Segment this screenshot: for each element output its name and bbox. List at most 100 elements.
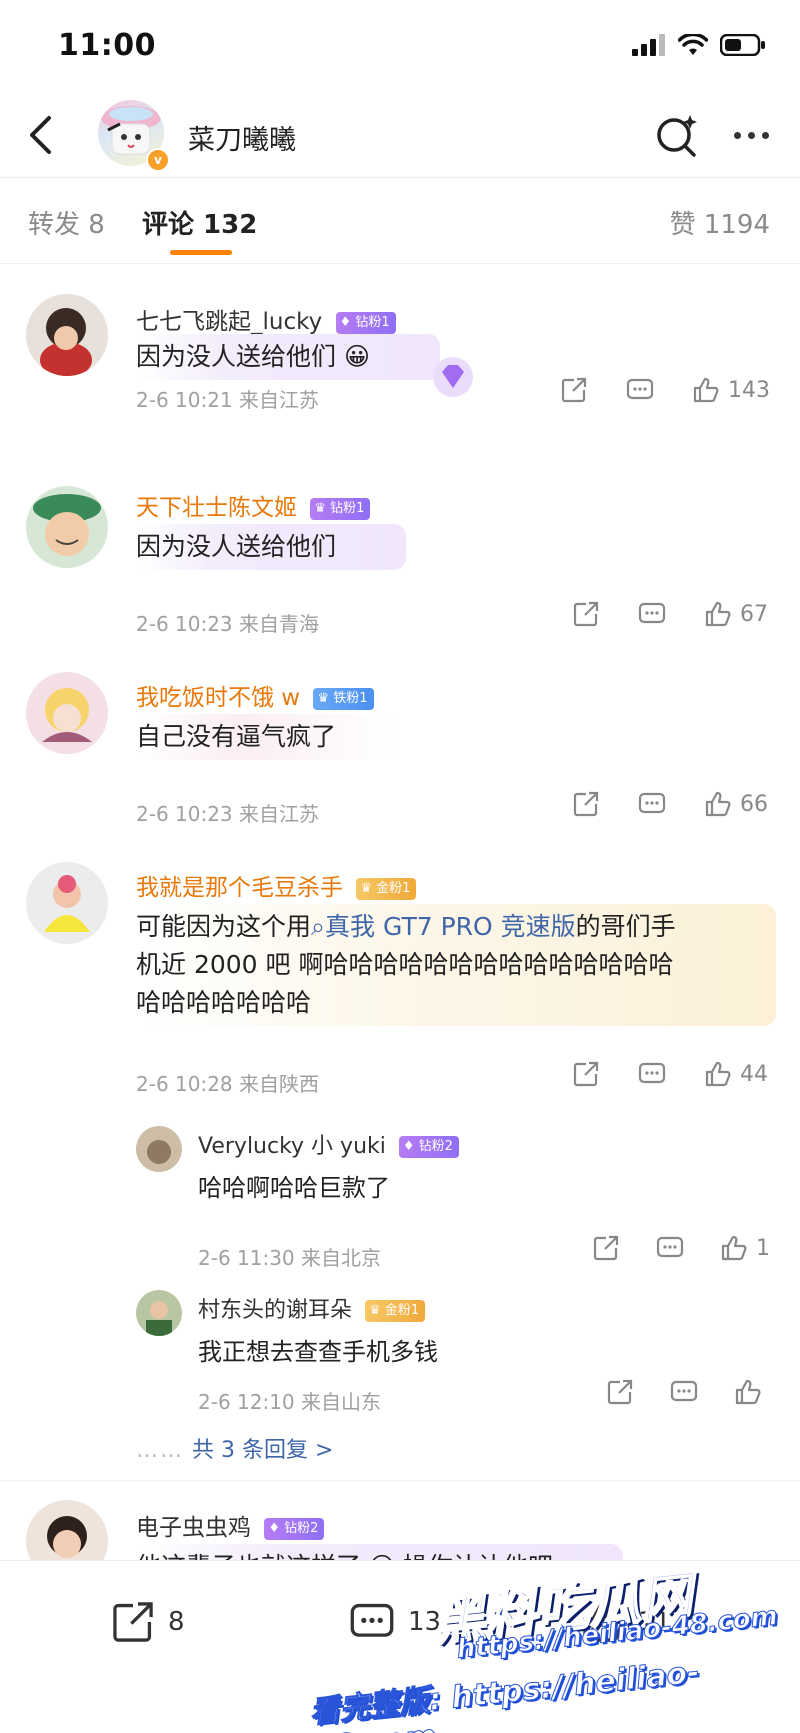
comment-bubble[interactable]: 因为没人送给他们 😀 [136, 334, 441, 380]
fan-badge-label: 钻粉1 [330, 500, 365, 516]
like-count: 66 [740, 791, 768, 817]
reply-button[interactable] [670, 1378, 698, 1406]
like-button[interactable]: 67 [704, 600, 768, 628]
like-button[interactable]: 44 [704, 1060, 768, 1088]
reply-button[interactable] [638, 790, 666, 818]
fan-badge-label: 铁粉1 [333, 690, 368, 706]
wifi-icon [678, 34, 708, 55]
commenter-name-text: 电子虫虫鸡 [136, 1515, 251, 1541]
commenter-name-text: 我就是那个毛豆杀手 [136, 875, 343, 901]
comment-text: 自己没有逼气疯了 [136, 722, 337, 751]
tab-comment[interactable]: 评论 132 [142, 204, 257, 241]
more-dot-icon [761, 131, 769, 139]
reply-text[interactable]: 哈哈啊哈哈巨款了 [198, 1168, 390, 1203]
view-more-replies-link[interactable]: …… 共 3 条回复 > [136, 1432, 333, 1464]
repost-button[interactable] [572, 790, 600, 818]
comment-icon [638, 792, 666, 814]
avatar-image [26, 294, 108, 376]
commenter-name[interactable]: 天下壮士陈文姬 ♛ 钻粉1 [136, 488, 371, 522]
fan-badge: ♦ 钻粉1 [335, 311, 396, 334]
diamond-badge-icon [433, 357, 473, 397]
avatar-image [136, 1290, 182, 1336]
comment-text: 因为没人送给他们 [136, 532, 337, 561]
comment-bubble[interactable]: 自己没有逼气疯了 [136, 714, 397, 760]
commenter-name[interactable]: 七七飞跳起_lucky ♦ 钻粉1 [136, 302, 396, 336]
comment-actions: 44 [572, 1060, 768, 1088]
thumbs-up-icon [721, 1235, 747, 1261]
comment-actions: 66 [572, 790, 768, 818]
back-button[interactable] [18, 112, 62, 158]
commenter-avatar[interactable] [26, 1500, 108, 1562]
reply-author[interactable]: 村东头的谢耳朵 ♛ 金粉1 [198, 1292, 426, 1324]
fan-badge: ♛ 金粉1 [365, 1300, 426, 1322]
tab-like[interactable]: 赞 1194 [670, 204, 770, 241]
reply-author[interactable]: Verylucky 小 yuki ♦ 钻粉2 [198, 1128, 459, 1160]
repost-button[interactable] [572, 600, 600, 628]
thumbs-up-icon [705, 601, 731, 627]
like-button[interactable]: 66 [704, 790, 768, 818]
reply-meta: 2-6 12:10 来自山东 [198, 1390, 382, 1414]
reply-actions [606, 1378, 762, 1406]
comment-meta: 2-6 10:28 来自陕西 [136, 1072, 320, 1096]
like-button[interactable]: 1 [720, 1234, 770, 1262]
comment-text-line: 机近 2000 吧 啊哈哈哈哈哈哈哈哈哈哈哈哈哈哈 [136, 950, 674, 979]
avatar-image [26, 672, 108, 754]
more-button[interactable] [726, 114, 776, 156]
bottom-comment-button[interactable]: 13 [348, 1599, 441, 1645]
nav-bar: v 菜刀曦曦 [0, 92, 800, 178]
commenter-name[interactable]: 我就是那个毛豆杀手 ♛ 金粉1 [136, 868, 417, 902]
tab-repost[interactable]: 转发 8 [28, 204, 105, 241]
fan-badge-label: 钻粉2 [418, 1139, 453, 1154]
avatar-image [26, 1500, 108, 1562]
fan-badge: ♦ 钻粉2 [398, 1136, 459, 1158]
comment-meta: 2-6 10:23 来自江苏 [136, 802, 320, 826]
comment-item: 我吃饭时不饿 w ♛ 铁粉1 自己没有逼气疯了 2-6 10:23 来自江苏 6… [0, 644, 800, 834]
comment-meta: 2-6 10:21 来自江苏 [136, 388, 320, 412]
fan-badge: ♛ 金粉1 [356, 877, 417, 900]
repost-button[interactable] [606, 1378, 634, 1406]
weibo-comment-screen: 11:00 v 菜刀曦曦 转发 8 评论 132 赞 1194 七七飞跳起_lu… [0, 0, 800, 1733]
fan-badge-label: 金粉1 [384, 1303, 420, 1318]
avatar-image [136, 1126, 182, 1172]
comment-icon [638, 602, 666, 624]
commenter-name[interactable]: 电子虫虫鸡 ♦ 钻粉2 [136, 1508, 325, 1542]
search-button[interactable] [654, 112, 700, 158]
commenter-name[interactable]: 我吃饭时不饿 w ♛ 铁粉1 [136, 678, 374, 712]
reply-text[interactable]: 我正想去查查手机多钱 [198, 1332, 438, 1367]
commenter-avatar[interactable] [26, 294, 108, 376]
comment-bubble[interactable]: 因为没人送给他们 [136, 524, 407, 570]
comment-item: 我就是那个毛豆杀手 ♛ 金粉1 可能因为这个用⌕真我 GT7 PRO 竞速版的哥… [0, 834, 800, 1474]
reply-button[interactable] [638, 1060, 666, 1088]
product-link[interactable]: ⌕真我 GT7 PRO 竞速版 [311, 912, 576, 941]
repost-button[interactable] [592, 1234, 620, 1262]
share-icon [573, 1061, 599, 1087]
commenter-avatar[interactable] [26, 862, 108, 944]
comment-bubble[interactable]: 可能因为这个用⌕真我 GT7 PRO 竞速版的哥们手 机近 2000 吧 啊哈哈… [136, 904, 776, 1026]
reply-avatar[interactable] [136, 1290, 182, 1336]
commenter-avatar[interactable] [26, 486, 108, 568]
more-dot-icon [747, 131, 755, 139]
bottom-repost-button[interactable]: 8 [110, 1599, 185, 1645]
repost-button[interactable] [572, 1060, 600, 1088]
fan-badge: ♛ 铁粉1 [313, 687, 374, 710]
like-count: 1 [756, 1235, 770, 1261]
like-button[interactable]: 143 [692, 376, 770, 404]
share-icon [593, 1235, 619, 1261]
reply-button[interactable] [626, 376, 654, 404]
like-button[interactable] [734, 1378, 762, 1406]
thumbs-up-icon [705, 1061, 731, 1087]
commenter-avatar[interactable] [26, 672, 108, 754]
more-dot-icon [733, 131, 741, 139]
like-count: 67 [740, 601, 768, 627]
reply-button[interactable] [638, 600, 666, 628]
thumbs-up-icon [705, 791, 731, 817]
comment-item: 七七飞跳起_lucky ♦ 钻粉1 因为没人送给他们 😀 2-6 10:21 来… [0, 264, 800, 454]
reply-button[interactable] [656, 1234, 684, 1262]
reply-meta: 2-6 11:30 来自北京 [198, 1246, 382, 1270]
repost-button[interactable] [560, 376, 588, 404]
reply-avatar[interactable] [136, 1126, 182, 1172]
comment-divider [0, 1480, 800, 1481]
commenter-name-text: 我吃饭时不饿 w [136, 685, 301, 711]
nav-user-name[interactable]: 菜刀曦曦 [188, 118, 296, 157]
commenter-name-text: 七七飞跳起_lucky [136, 309, 323, 335]
